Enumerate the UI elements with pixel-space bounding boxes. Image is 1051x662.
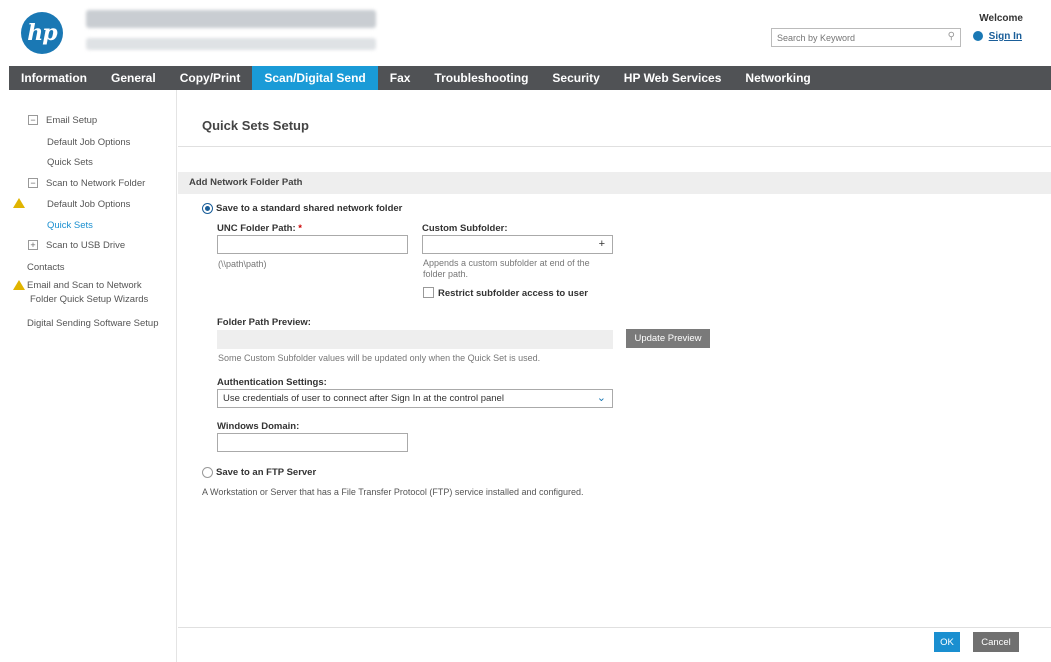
tab-fax[interactable]: Fax <box>378 66 423 90</box>
unc-folder-path-input[interactable] <box>217 235 408 254</box>
custom-subfolder-label: Custom Subfolder: <box>422 223 508 234</box>
sidebar-item-email-setup[interactable]: Email Setup <box>46 115 97 126</box>
warning-icon <box>13 280 25 290</box>
subfolder-hint-line1: Appends a custom subfolder at end of the <box>423 258 590 268</box>
update-preview-button[interactable]: Update Preview <box>626 329 710 348</box>
folder-path-preview-label: Folder Path Preview: <box>217 317 311 328</box>
authentication-settings-label: Authentication Settings: <box>217 377 327 388</box>
section-title: Add Network Folder Path <box>189 177 303 188</box>
sidebar-item-scan-to-usb-drive[interactable]: Scan to USB Drive <box>46 240 125 251</box>
radio-ftp-server[interactable] <box>202 467 213 478</box>
ok-button[interactable]: OK <box>934 632 960 652</box>
section-header: Add Network Folder Path <box>178 172 1051 194</box>
sidebar-item-folder-default-job-options[interactable]: Default Job Options <box>47 199 130 210</box>
warning-icon <box>13 198 25 208</box>
tab-troubleshooting[interactable]: Troubleshooting <box>422 66 540 90</box>
divider <box>178 627 1051 628</box>
collapse-toggle-icon[interactable]: − <box>28 115 38 125</box>
sidebar-item-quick-setup-wizards-line2[interactable]: Folder Quick Setup Wizards <box>30 294 148 305</box>
sidebar-item-email-quick-sets[interactable]: Quick Sets <box>47 157 93 168</box>
tab-scan-digital-send[interactable]: Scan/Digital Send <box>252 66 378 90</box>
required-marker: * <box>298 223 302 234</box>
tab-networking[interactable]: Networking <box>733 66 822 90</box>
search-input[interactable] <box>772 29 932 46</box>
search-box[interactable]: ⚲ <box>771 28 961 47</box>
main-content: Quick Sets Setup Add Network Folder Path… <box>178 90 1051 662</box>
device-title-blurred <box>86 10 376 28</box>
unc-path-hint: (\\path\path) <box>218 259 267 269</box>
restrict-subfolder-label: Restrict subfolder access to user <box>438 288 588 299</box>
help-icon[interactable] <box>973 31 983 41</box>
custom-subfolder-input[interactable]: + <box>422 235 613 254</box>
sidebar-item-scan-to-network-folder[interactable]: Scan to Network Folder <box>46 178 145 189</box>
unc-folder-path-label: UNC Folder Path: * <box>217 223 302 234</box>
chevron-down-icon[interactable]: ⌄ <box>597 391 606 404</box>
cancel-button[interactable]: Cancel <box>973 632 1019 652</box>
collapse-toggle-icon[interactable]: − <box>28 178 38 188</box>
tab-general[interactable]: General <box>99 66 168 90</box>
folder-path-preview-field <box>217 330 613 349</box>
windows-domain-label: Windows Domain: <box>217 421 300 432</box>
radio-ftp-server-label: Save to an FTP Server <box>216 467 317 478</box>
hp-logo: hp <box>21 12 63 54</box>
tab-security[interactable]: Security <box>540 66 611 90</box>
divider <box>178 146 1051 147</box>
sidebar-item-digital-sending-software-setup[interactable]: Digital Sending Software Setup <box>27 318 159 329</box>
authentication-settings-select[interactable]: Use credentials of user to connect after… <box>217 389 613 408</box>
sidebar-item-email-default-job-options[interactable]: Default Job Options <box>47 137 130 148</box>
windows-domain-input[interactable] <box>217 433 408 452</box>
authentication-settings-value: Use credentials of user to connect after… <box>223 393 504 404</box>
sidebar-item-contacts[interactable]: Contacts <box>27 262 65 273</box>
ftp-description: A Workstation or Server that has a File … <box>202 487 584 497</box>
tab-hp-web-services[interactable]: HP Web Services <box>612 66 734 90</box>
restrict-subfolder-checkbox[interactable] <box>423 287 434 298</box>
welcome-text: Welcome <box>979 13 1023 24</box>
search-icon[interactable]: ⚲ <box>948 31 955 42</box>
device-subtitle-blurred <box>86 38 376 50</box>
unc-label-text: UNC Folder Path: <box>217 223 296 234</box>
add-subfolder-icon[interactable]: + <box>599 238 605 250</box>
sidebar: − Email Setup Default Job Options Quick … <box>0 90 177 662</box>
expand-toggle-icon[interactable]: + <box>28 240 38 250</box>
radio-shared-folder[interactable] <box>202 203 213 214</box>
sidebar-item-folder-quick-sets[interactable]: Quick Sets <box>47 220 93 231</box>
preview-note: Some Custom Subfolder values will be upd… <box>218 353 541 363</box>
subfolder-hint-line2: folder path. <box>423 269 469 279</box>
main-nav: Information General Copy/Print Scan/Digi… <box>9 66 1051 90</box>
sign-in-link[interactable]: Sign In <box>989 31 1022 42</box>
tab-information[interactable]: Information <box>9 66 99 90</box>
radio-shared-folder-label: Save to a standard shared network folder <box>216 203 403 214</box>
page-header: hp ⚲ Welcome Sign In <box>0 0 1051 64</box>
page-title: Quick Sets Setup <box>202 118 309 133</box>
tab-copy-print[interactable]: Copy/Print <box>168 66 253 90</box>
sidebar-item-quick-setup-wizards-line1[interactable]: Email and Scan to Network <box>27 280 142 291</box>
hp-logo-text: hp <box>27 20 57 46</box>
